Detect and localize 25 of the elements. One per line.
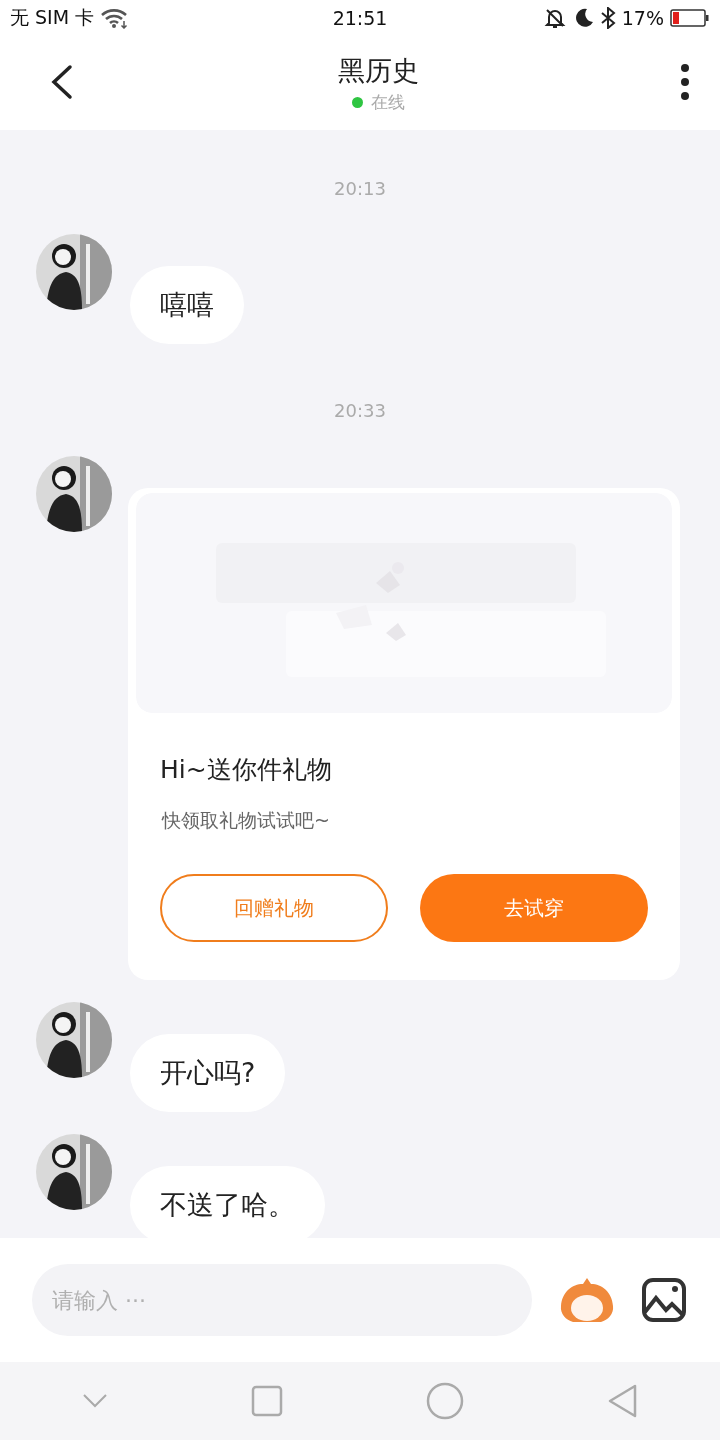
clock: 21:51 bbox=[332, 7, 388, 29]
chat-title: 黑历史 bbox=[337, 53, 419, 88]
home-button[interactable] bbox=[425, 1382, 464, 1420]
more-button[interactable] bbox=[680, 63, 690, 103]
battery-icon bbox=[670, 7, 710, 29]
timestamp: 20:13 bbox=[333, 178, 387, 199]
sticker-icon[interactable] bbox=[558, 1276, 616, 1324]
message-bubble: 不送了哈。 bbox=[130, 1166, 325, 1238]
image-icon[interactable] bbox=[642, 1278, 686, 1322]
gift-title: Hi~送你件礼物 bbox=[160, 754, 333, 786]
battery-percent: 17% bbox=[621, 7, 664, 29]
muted-bell-icon bbox=[543, 7, 566, 29]
message-bubble: 嘻嘻 bbox=[130, 266, 244, 344]
message-input[interactable]: 请输入 ··· bbox=[32, 1264, 532, 1336]
gift-subtitle: 快领取礼物试试吧~ bbox=[162, 808, 331, 833]
message-bubble: 开心吗? bbox=[130, 1034, 286, 1112]
bluetooth-icon bbox=[599, 7, 616, 29]
chevron-down-icon[interactable] bbox=[81, 1393, 108, 1409]
back-nav-button[interactable] bbox=[606, 1383, 639, 1419]
online-status: 在线 bbox=[370, 90, 405, 114]
carrier-label: 无 SIM 卡 bbox=[10, 5, 95, 30]
recents-button[interactable] bbox=[250, 1385, 283, 1417]
try-on-button[interactable]: 去试穿 bbox=[420, 874, 648, 942]
return-gift-button[interactable]: 回赠礼物 bbox=[160, 874, 388, 942]
timestamp: 20:33 bbox=[333, 400, 387, 421]
